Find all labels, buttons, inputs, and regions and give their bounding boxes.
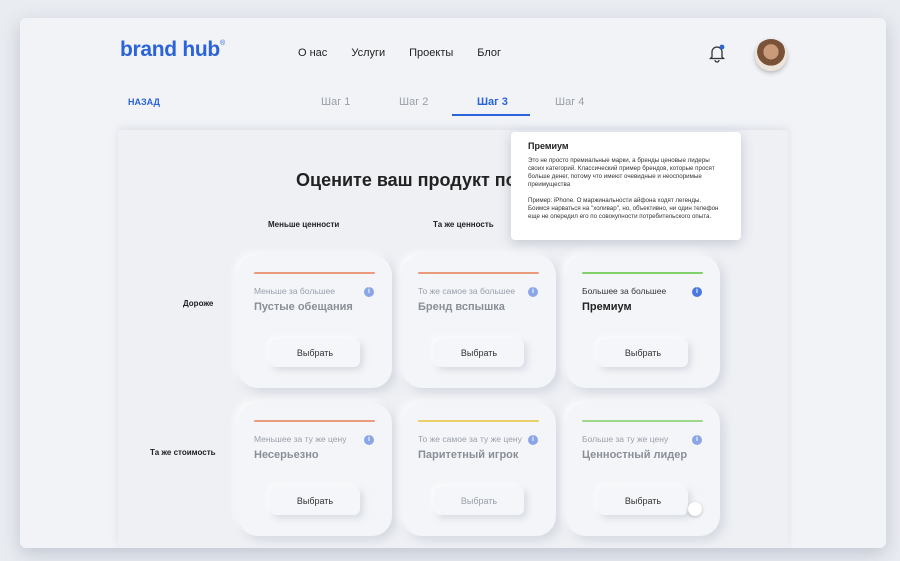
column-header-less-value: Меньше ценности — [268, 220, 340, 229]
nav-item-projects[interactable]: Проекты — [409, 47, 453, 59]
tab-step-1[interactable]: Шаг 1 — [321, 96, 350, 108]
app-window: brand hub® О нас Услуги Проекты Блог НАЗ… — [20, 18, 886, 548]
card-accent-bar — [582, 272, 703, 274]
nav-item-services[interactable]: Услуги — [351, 47, 385, 59]
card-accent-bar — [254, 272, 375, 274]
card-accent-bar — [254, 420, 375, 422]
card-title: Ценностный лидер — [582, 449, 688, 461]
card-title: Несерьезно — [254, 449, 319, 461]
select-button[interactable]: Выбрать — [270, 487, 360, 515]
main-nav: О нас Услуги Проекты Блог — [298, 47, 525, 59]
column-header-same-value: Та же ценность — [433, 220, 494, 229]
card-accent-bar — [582, 420, 703, 422]
step-tabs: Шаг 1 Шаг 2 Шаг 3 Шаг 4 — [20, 96, 886, 116]
tab-step-3[interactable]: Шаг 3 — [477, 96, 508, 108]
card-accent-bar — [418, 272, 539, 274]
logo-text: brand hub — [120, 38, 220, 61]
option-card-premium[interactable]: Большее за большее i Премиум Выбрать — [566, 255, 720, 388]
card-subtitle: Больше за ту же цену — [582, 434, 669, 444]
page-title: Оцените ваш продукт по — [296, 170, 517, 190]
info-icon[interactable]: i — [692, 287, 702, 297]
cursor-dot — [688, 502, 702, 516]
card-title: Бренд вспышка — [418, 301, 505, 313]
info-icon[interactable]: i — [364, 435, 374, 445]
brand-logo[interactable]: brand hub® — [120, 38, 225, 62]
tab-step-4[interactable]: Шаг 4 — [555, 96, 584, 108]
info-icon[interactable]: i — [364, 287, 374, 297]
bell-icon[interactable] — [706, 42, 728, 64]
option-card-parity-player[interactable]: То же самое за ту же цену i Паритетный и… — [402, 403, 556, 536]
select-button[interactable]: Выбрать — [598, 487, 688, 515]
user-avatar[interactable] — [755, 39, 787, 71]
info-icon[interactable]: i — [528, 435, 538, 445]
option-card-flash-brand[interactable]: То же самое за большее i Бренд вспышка В… — [402, 255, 556, 388]
card-title: Пустые обещания — [254, 301, 353, 313]
card-subtitle: То же самое за ту же цену — [418, 434, 522, 444]
premium-tooltip: Премиум Это не просто премиальные марки,… — [511, 132, 741, 240]
card-title: Паритетный игрок — [418, 449, 519, 461]
select-button[interactable]: Выбрать — [270, 339, 360, 367]
info-icon[interactable]: i — [528, 287, 538, 297]
tooltip-description: Это не просто премиальные марки, а бренд… — [528, 157, 715, 188]
card-accent-bar — [418, 420, 539, 422]
select-button[interactable]: Выбрать — [434, 487, 524, 515]
logo-registered-mark: ® — [219, 40, 225, 47]
nav-item-blog[interactable]: Блог — [477, 47, 501, 59]
select-button[interactable]: Выбрать — [434, 339, 524, 367]
option-card-empty-promises[interactable]: Меньше за большее i Пустые обещания Выбр… — [238, 255, 392, 388]
tooltip-title: Премиум — [528, 141, 569, 151]
card-title: Премиум — [582, 301, 632, 313]
option-card-not-serious[interactable]: Меньшее за ту же цену i Несерьезно Выбра… — [238, 403, 392, 536]
card-subtitle: Меньшее за ту же цену — [254, 434, 347, 444]
select-button[interactable]: Выбрать — [598, 339, 688, 367]
row-header-more-expensive: Дороже — [183, 299, 214, 308]
info-icon[interactable]: i — [692, 435, 702, 445]
tooltip-example: Пример: iPhone. О маржинальности айфона … — [528, 197, 719, 220]
card-subtitle: Большее за большее — [582, 286, 667, 296]
card-subtitle: То же самое за большее — [418, 286, 516, 296]
card-subtitle: Меньше за большее — [254, 286, 335, 296]
active-step-indicator — [452, 114, 530, 116]
tab-step-2[interactable]: Шаг 2 — [399, 96, 428, 108]
option-card-value-leader[interactable]: Больше за ту же цену i Ценностный лидер … — [566, 403, 720, 536]
nav-item-about[interactable]: О нас — [298, 47, 327, 59]
row-header-same-cost: Та же стоимость — [150, 448, 216, 457]
